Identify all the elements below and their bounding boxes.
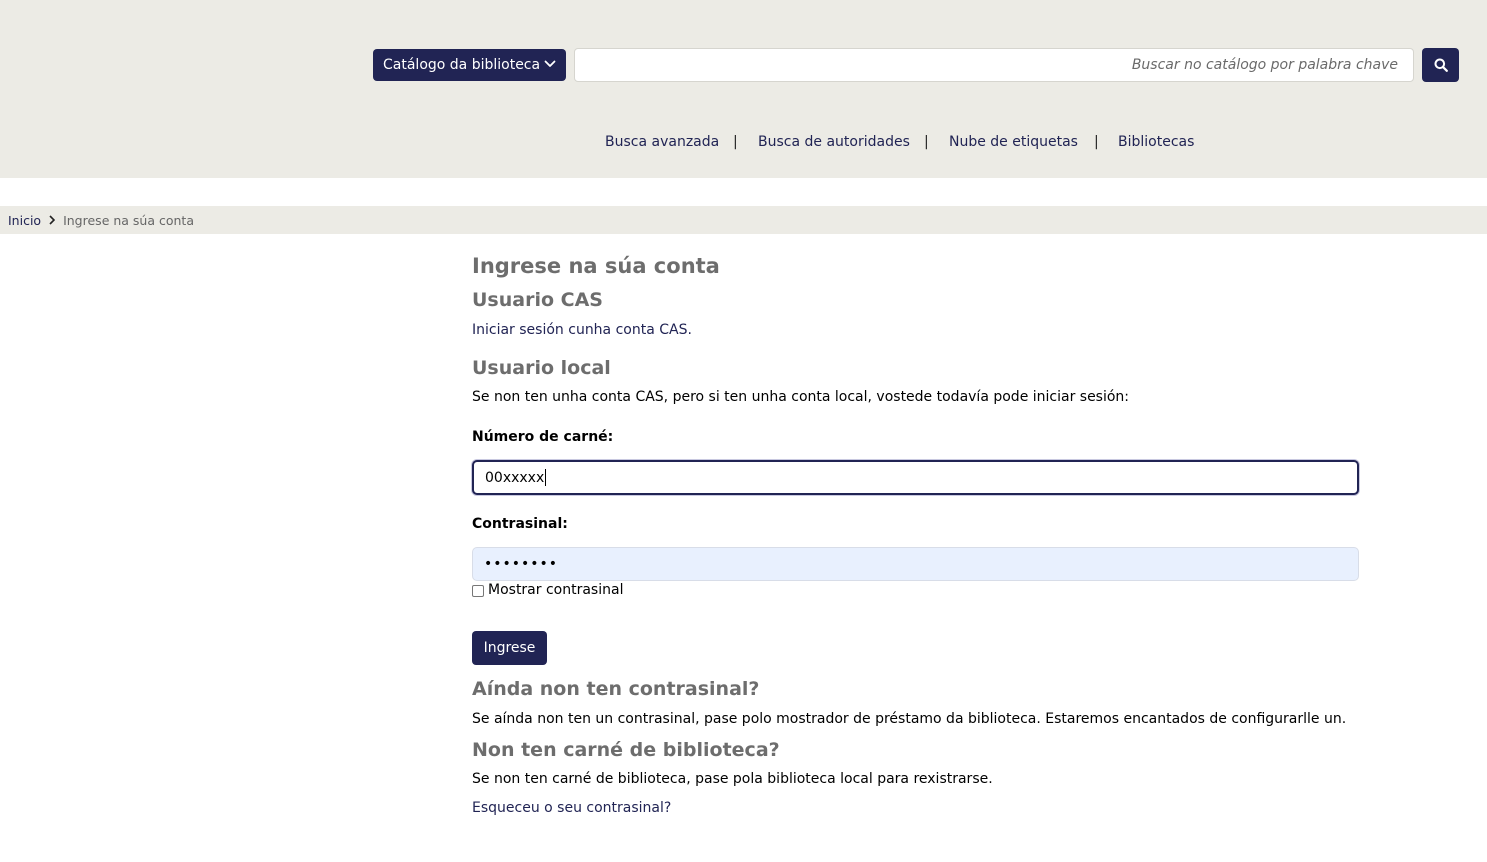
cas-login-link[interactable]: Iniciar sesión cunha conta CAS. bbox=[472, 322, 692, 338]
nav-libraries[interactable]: Bibliotecas bbox=[1118, 134, 1194, 150]
local-user-heading: Usuario local bbox=[472, 357, 611, 379]
no-password-heading: Aínda non ten contrasinal? bbox=[472, 678, 760, 700]
secondary-nav: Busca avanzada | Busca de autoridades | … bbox=[0, 134, 1487, 156]
catalog-select-button[interactable]: Catálogo da biblioteca bbox=[373, 49, 566, 81]
show-password-label[interactable]: Mostrar contrasinal bbox=[488, 582, 623, 598]
login-submit-label: Ingrese bbox=[483, 640, 536, 656]
nav-advanced-search[interactable]: Busca avanzada bbox=[605, 134, 719, 150]
breadcrumb-home[interactable]: Inicio bbox=[8, 213, 41, 228]
show-password-checkbox[interactable] bbox=[472, 585, 484, 597]
nav-separator: | bbox=[924, 134, 929, 150]
card-number-value: 00xxxxx bbox=[485, 469, 545, 486]
nav-separator: | bbox=[733, 134, 738, 150]
no-card-heading: Non ten carné de biblioteca? bbox=[472, 739, 780, 761]
login-submit-button[interactable]: Ingrese bbox=[472, 631, 547, 665]
page-title: Ingrese na súa conta bbox=[472, 254, 720, 278]
search-button[interactable] bbox=[1422, 48, 1459, 82]
breadcrumb-current: Ingrese na súa conta bbox=[63, 212, 194, 228]
search-placeholder: Buscar no catálogo por palabra chave bbox=[1131, 57, 1398, 73]
card-number-input[interactable]: 00xxxxx bbox=[472, 460, 1359, 495]
catalog-select-label: Catálogo da biblioteca bbox=[383, 57, 541, 73]
breadcrumb: Inicio Ingrese na súa conta bbox=[0, 206, 1487, 234]
search-input[interactable]: Buscar no catálogo por palabra chave bbox=[574, 48, 1414, 82]
password-value: •••••••• bbox=[484, 556, 559, 572]
no-password-text: Se aínda non ten un contrasinal, pase po… bbox=[472, 711, 1347, 727]
forgot-password-link[interactable]: Esqueceu o seu contrasinal? bbox=[472, 800, 671, 816]
card-number-label: Número de carné: bbox=[472, 429, 614, 445]
nav-tag-cloud[interactable]: Nube de etiquetas bbox=[949, 134, 1078, 150]
password-input[interactable]: •••••••• bbox=[472, 547, 1359, 581]
text-cursor bbox=[545, 469, 547, 486]
site-header: Catálogo da biblioteca Buscar no catálog… bbox=[0, 0, 1487, 178]
chevron-right-icon bbox=[49, 215, 56, 225]
nav-separator: | bbox=[1094, 134, 1099, 150]
local-user-text: Se non ten unha conta CAS, pero si ten u… bbox=[472, 389, 1130, 405]
no-card-text: Se non ten carné de biblioteca, pase pol… bbox=[472, 771, 993, 787]
nav-authority-search[interactable]: Busca de autoridades bbox=[758, 134, 910, 150]
password-label: Contrasinal: bbox=[472, 516, 568, 532]
search-icon bbox=[1434, 58, 1448, 72]
chevron-down-icon bbox=[544, 60, 556, 67]
cas-heading: Usuario CAS bbox=[472, 289, 603, 311]
